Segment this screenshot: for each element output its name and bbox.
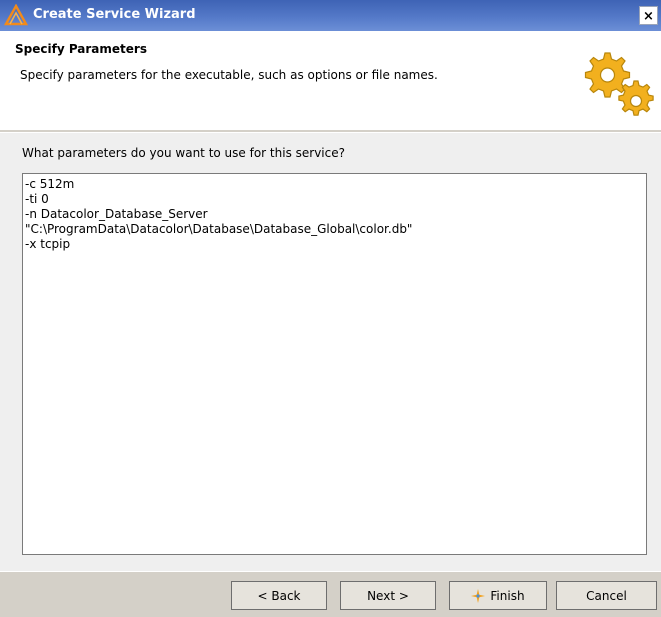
wizard-body: What parameters do you want to use for t… [0, 133, 661, 571]
title-bar[interactable]: Create Service Wizard × [0, 0, 661, 31]
close-icon: × [643, 9, 654, 24]
wizard-header: Specify Parameters Specify parameters fo… [0, 31, 661, 131]
next-button[interactable]: Next > [340, 581, 436, 610]
parameters-question-label: What parameters do you want to use for t… [22, 146, 345, 160]
sparkle-icon [471, 588, 486, 603]
window-title: Create Service Wizard [33, 7, 196, 22]
create-service-wizard-window: Create Service Wizard × Specify Paramete… [0, 0, 661, 617]
page-title: Specify Parameters [15, 42, 147, 56]
cancel-button[interactable]: Cancel [556, 581, 657, 610]
next-button-label: Next > [367, 588, 409, 603]
back-button[interactable]: < Back [231, 581, 327, 610]
finish-button[interactable]: Finish [449, 581, 547, 610]
finish-button-label: Finish [490, 588, 525, 603]
gears-icon [584, 52, 654, 116]
cancel-button-label: Cancel [586, 588, 627, 603]
close-button[interactable]: × [639, 6, 658, 25]
back-button-label: < Back [257, 588, 301, 603]
wizard-footer: < Back Next > Finish Cancel [0, 571, 661, 617]
parameters-textarea[interactable]: -c 512m -ti 0 -n Datacolor_Database_Serv… [22, 173, 647, 555]
page-subtitle: Specify parameters for the executable, s… [20, 68, 438, 82]
app-logo-icon [4, 4, 28, 26]
